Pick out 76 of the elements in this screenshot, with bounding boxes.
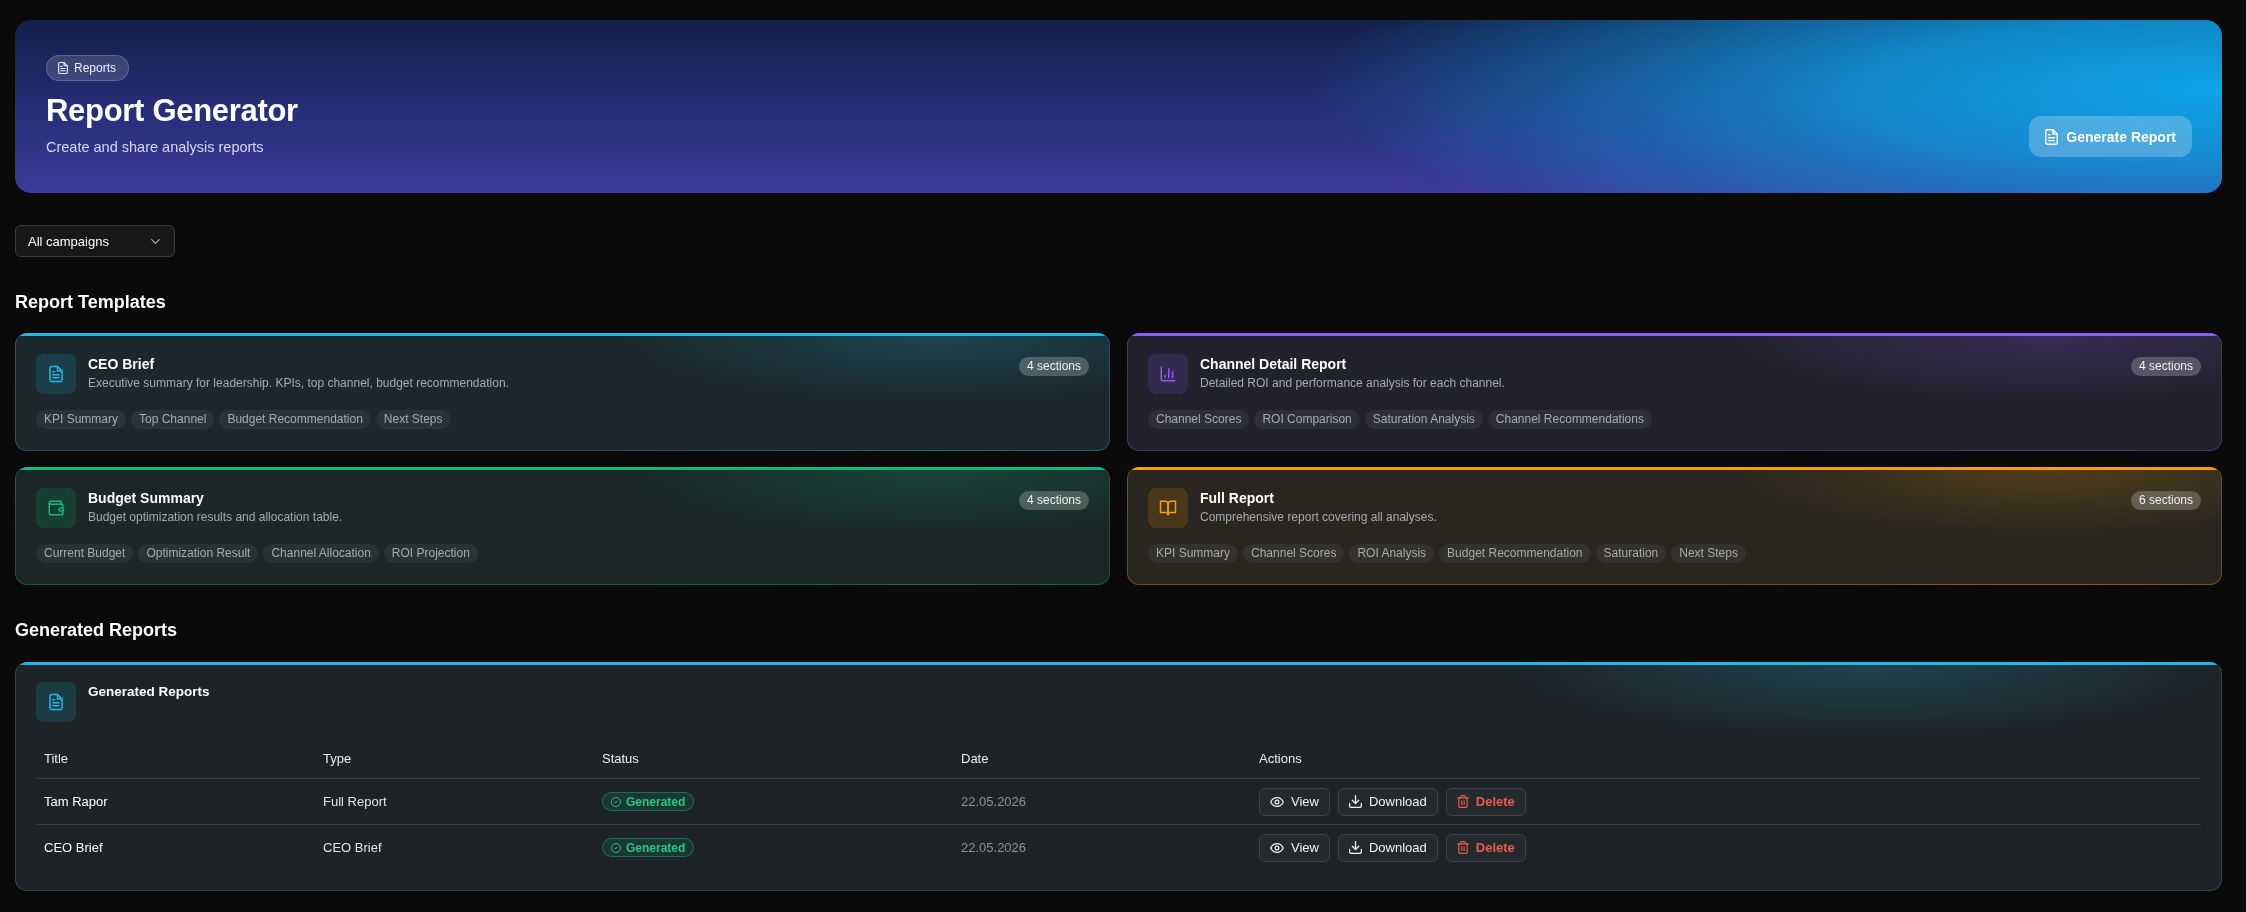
section-heading: Generated Reports <box>15 619 179 641</box>
delete-button[interactable]: Delete <box>1445 787 1526 816</box>
document-icon <box>2045 128 2059 145</box>
wallet-icon <box>36 488 76 528</box>
section-heading: Report Templates <box>15 291 167 313</box>
section-tag: Channel Scores <box>1243 544 1345 563</box>
template-card[interactable]: CEO Brief Executive summary for leadership. KPIs, top channel, budget recommendation. 4 sections KPI Summary Top Channel Budget Recommendation Next Steps <box>15 333 1110 451</box>
section-tag: KPI Summary <box>1148 544 1238 563</box>
section-tag: Channel Allocation <box>263 544 379 563</box>
section-tag: ROI Comparison <box>1254 410 1360 429</box>
download-icon <box>1348 795 1362 808</box>
template-card[interactable]: Channel Detail Report Detailed ROI and performance analysis for each channel. 4 sections Channel Scores ROI Comparison Saturation Analysis Channel Recommendations <box>1127 333 2222 451</box>
section-tag: Budget Recommendation <box>219 410 371 429</box>
section-tag: KPI Summary <box>36 410 126 429</box>
document-icon <box>58 62 68 74</box>
bar-chart-icon <box>1148 354 1188 394</box>
document-icon <box>36 682 76 722</box>
section-tag: Next Steps <box>1671 544 1746 563</box>
view-button[interactable]: View <box>1259 787 1330 816</box>
section-tag: ROI Analysis <box>1349 544 1435 563</box>
title-cell: CEO Brief <box>36 824 315 870</box>
title-cell: Tam Rapor <box>36 778 315 825</box>
book-icon <box>1148 488 1188 528</box>
column-header: Type <box>315 738 594 779</box>
section-count: 4 sections <box>1018 357 1089 376</box>
section-tag: Top Channel <box>131 410 215 429</box>
template-description: Executive summary for leadership. KPIs, top channel, budget recommendation. <box>88 375 510 391</box>
status-label: Generated <box>626 794 686 809</box>
type-cell: CEO Brief <box>315 824 594 870</box>
column-header: Date <box>953 738 1251 779</box>
template-title: CEO Brief <box>88 355 156 373</box>
page-subtitle: Create and share analysis reports <box>46 138 264 157</box>
column-header: Title <box>36 738 315 779</box>
document-icon <box>36 354 76 394</box>
template-card[interactable]: Full Report Comprehensive report covering all analyses. 6 sections KPI Summary Channel Scores ROI Analysis Budget Recommendation Saturation Next Steps <box>1127 467 2222 585</box>
check-circle-icon <box>611 842 621 853</box>
check-circle-icon <box>611 796 621 807</box>
date-cell: 22.05.2026 <box>953 824 1251 870</box>
eye-icon <box>1270 842 1284 853</box>
column-header: Status <box>594 738 953 779</box>
section-tag: Saturation <box>1595 544 1667 563</box>
section-tag: Current Budget <box>36 544 134 563</box>
section-tag: Channel Scores <box>1148 410 1250 429</box>
section-tag: Saturation Analysis <box>1364 410 1483 429</box>
download-button[interactable]: Download <box>1337 833 1438 862</box>
eye-icon <box>1270 796 1284 807</box>
status-label: Generated <box>626 840 686 855</box>
trash-icon <box>1456 795 1469 808</box>
page-title: Report Generator <box>46 92 298 130</box>
section-count: 4 sections <box>2130 357 2201 376</box>
trash-icon <box>1456 841 1469 854</box>
campaign-select[interactable]: All campaigns <box>15 225 175 257</box>
section-tag: Channel Recommendations <box>1487 410 1652 429</box>
section-tag: Budget Recommendation <box>1439 544 1591 563</box>
chevron-down-icon <box>151 238 160 244</box>
template-title: Channel Detail Report <box>1200 355 1348 373</box>
type-cell: Full Report <box>315 778 594 825</box>
reports-card-title: Generated Reports <box>88 683 210 701</box>
template-title: Budget Summary <box>88 489 205 507</box>
template-description: Detailed ROI and performance analysis for each channel. <box>1200 375 1506 391</box>
section-tag: Optimization Result <box>138 544 259 563</box>
section-count: 6 sections <box>2130 491 2201 510</box>
download-icon <box>1348 841 1362 854</box>
template-card[interactable]: Budget Summary Budget optimization results and allocation table. 4 sections Current Budget Optimization Result Channel Allocation ROI Projection <box>15 467 1110 585</box>
section-count: 4 sections <box>1018 491 1089 510</box>
template-description: Comprehensive report covering all analyses. <box>1200 509 1438 525</box>
page-tag-label: Reports <box>74 61 117 75</box>
column-header: Actions <box>1251 738 2201 779</box>
download-button[interactable]: Download <box>1337 787 1438 816</box>
section-tag: Next Steps <box>375 410 451 429</box>
section-tag: ROI Projection <box>383 544 478 563</box>
delete-button[interactable]: Delete <box>1445 833 1526 862</box>
view-button[interactable]: View <box>1259 833 1330 862</box>
template-title: Full Report <box>1200 489 1275 507</box>
template-description: Budget optimization results and allocation table. <box>88 509 344 525</box>
date-cell: 22.05.2026 <box>953 778 1251 825</box>
